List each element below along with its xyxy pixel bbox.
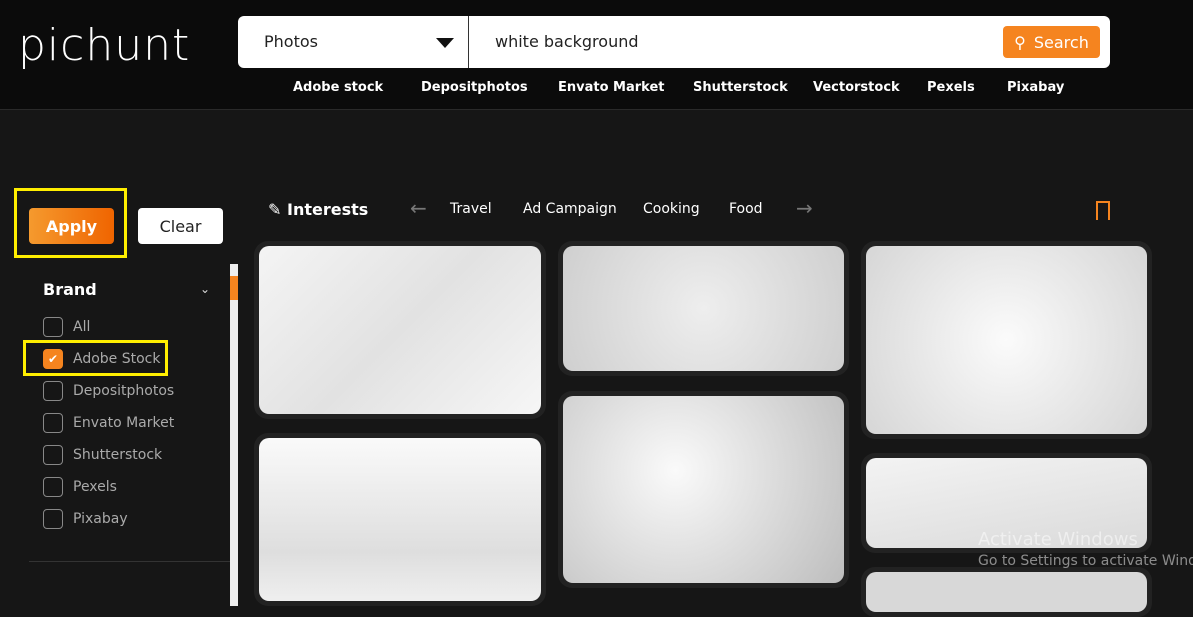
brand-heading: Brand: [43, 280, 97, 299]
link-depositphotos[interactable]: Depositphotos: [421, 80, 528, 95]
category-select[interactable]: Photos: [264, 32, 318, 51]
checkbox-envato[interactable]: [43, 413, 63, 433]
checkbox-label: Envato Market: [73, 415, 175, 431]
scrollbar-thumb[interactable]: [230, 276, 238, 300]
tag-cooking[interactable]: Cooking: [643, 201, 700, 217]
checkbox-shutterstock[interactable]: [43, 445, 63, 465]
tag-food[interactable]: Food: [729, 201, 763, 217]
checkbox-label: Pixabay: [73, 511, 128, 527]
checkbox-label: Depositphotos: [73, 383, 175, 399]
checkbox-pexels[interactable]: [43, 477, 63, 497]
clear-button[interactable]: Clear: [138, 208, 223, 244]
image-card[interactable]: [861, 241, 1152, 439]
checkbox-all[interactable]: [43, 317, 63, 337]
interests-label: Interests: [286, 200, 369, 219]
checkbox-label: Pexels: [73, 479, 117, 495]
image-card[interactable]: [558, 241, 849, 376]
link-vectorstock[interactable]: Vectorstock: [813, 80, 900, 95]
sidebar-scrollbar[interactable]: [230, 264, 238, 606]
link-shutterstock[interactable]: Shutterstock: [693, 80, 788, 95]
search-input[interactable]: white background: [495, 32, 639, 51]
windows-watermark-title: Activate Windows: [978, 529, 1138, 550]
arrow-left-icon[interactable]: ←: [410, 196, 427, 220]
link-pixabay[interactable]: Pixabay: [1007, 80, 1064, 95]
tag-icon: ✎: [268, 200, 282, 219]
tag-travel[interactable]: Travel: [450, 201, 492, 217]
chevron-down-icon[interactable]: ⌄: [200, 282, 210, 296]
apply-button[interactable]: Apply: [29, 208, 114, 244]
checkbox-label: All: [73, 319, 91, 335]
link-envato[interactable]: Envato Market: [558, 80, 665, 95]
checkbox-pixabay[interactable]: [43, 509, 63, 529]
caret-down-icon[interactable]: [436, 38, 454, 48]
interests-heading: ✎ Interests: [268, 200, 368, 219]
search-button[interactable]: ⚲ Search: [1003, 26, 1100, 58]
divider: [29, 561, 230, 562]
search-bar: Photos white background ⚲ Search: [238, 16, 1110, 68]
tag-ad-campaign[interactable]: Ad Campaign: [523, 201, 617, 217]
checkbox-label: Shutterstock: [73, 447, 163, 463]
link-pexels[interactable]: Pexels: [927, 80, 975, 95]
link-adobe-stock[interactable]: Adobe stock: [293, 80, 383, 95]
checkbox-depositphotos[interactable]: [43, 381, 63, 401]
image-card[interactable]: [254, 241, 546, 419]
image-card[interactable]: [558, 391, 849, 588]
search-icon: ⚲: [1014, 32, 1026, 52]
logo[interactable]: pichunt: [18, 20, 190, 71]
divider: [468, 16, 469, 68]
image-card[interactable]: [861, 567, 1152, 617]
image-card[interactable]: [254, 433, 546, 606]
windows-watermark-subtitle: Go to Settings to activate Windows.: [978, 553, 1193, 569]
header: pichunt Photos white background ⚲ Search …: [0, 0, 1193, 110]
bookmark-icon[interactable]: [1096, 201, 1110, 220]
search-label: Search: [1033, 32, 1089, 52]
adobe-stock-highlight: [23, 340, 168, 376]
arrow-right-icon[interactable]: →: [796, 196, 813, 220]
